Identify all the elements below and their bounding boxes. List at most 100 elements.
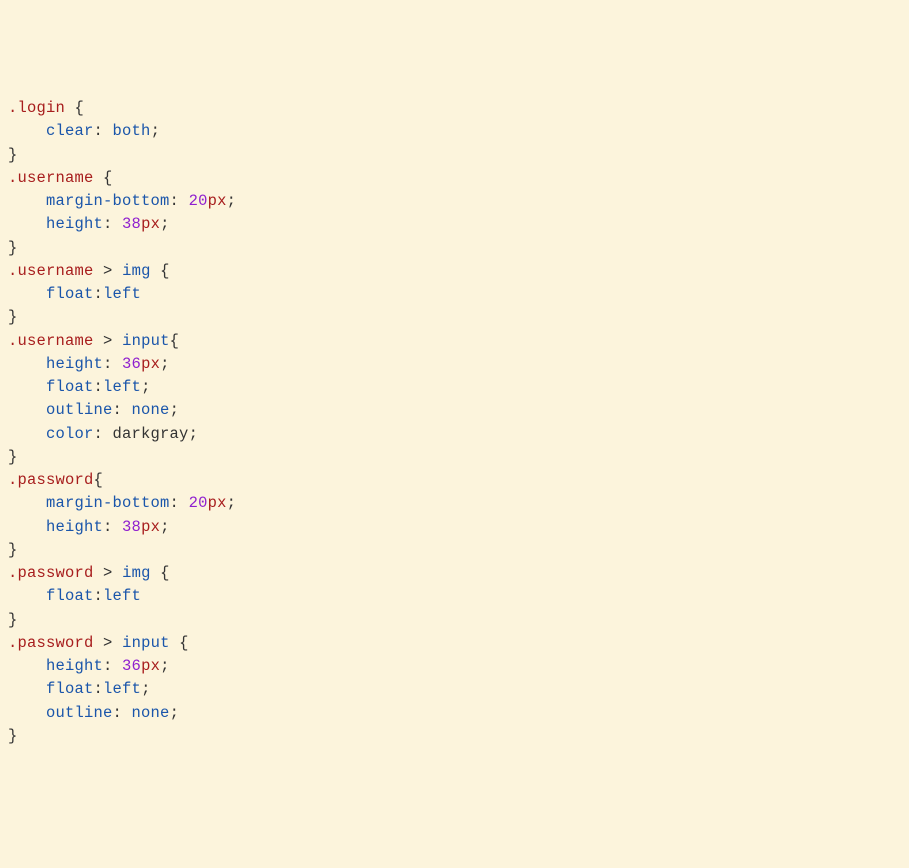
token-tag: img xyxy=(122,564,151,582)
token-sel: .password xyxy=(8,564,94,582)
token-sel: .username xyxy=(8,262,94,280)
token-brace: { xyxy=(160,262,170,280)
code-line: } xyxy=(8,237,901,260)
token-sel: .username xyxy=(8,169,94,187)
token-plain: : xyxy=(94,285,104,303)
token-brace: } xyxy=(8,308,18,326)
token-unit: px xyxy=(141,215,160,233)
code-line: float:left; xyxy=(8,376,901,399)
code-line: margin-bottom: 20px; xyxy=(8,190,901,213)
token-plain: : xyxy=(113,401,132,419)
token-unit: px xyxy=(208,192,227,210)
code-line: } xyxy=(8,446,901,469)
token-tag: input xyxy=(122,634,170,652)
token-plain xyxy=(8,215,46,233)
token-unit: px xyxy=(141,518,160,536)
code-line: } xyxy=(8,539,901,562)
token-plain xyxy=(8,587,46,605)
token-plain: ; xyxy=(160,518,170,536)
token-plain xyxy=(94,564,104,582)
token-sel: .username xyxy=(8,332,94,350)
token-kw: both xyxy=(113,122,151,140)
token-gt: > xyxy=(103,634,113,652)
token-plain: ; xyxy=(160,215,170,233)
token-kw: left xyxy=(103,680,141,698)
code-block: .login { clear: both;} .username { margin… xyxy=(8,97,901,748)
code-line: clear: both; xyxy=(8,120,901,143)
token-unit: px xyxy=(141,657,160,675)
token-tag: height xyxy=(46,355,103,373)
code-line: .password{ xyxy=(8,469,901,492)
token-plain: ; xyxy=(189,425,199,443)
token-plain xyxy=(8,494,46,512)
token-brace: } xyxy=(8,541,18,559)
token-plain: ; xyxy=(170,704,180,722)
token-plain: : xyxy=(94,122,113,140)
code-line: .login { xyxy=(8,97,901,120)
token-kw: left xyxy=(103,285,141,303)
token-tag: margin-bottom xyxy=(46,494,170,512)
code-line: outline: none; xyxy=(8,399,901,422)
code-line: } xyxy=(8,725,901,748)
token-tag: float xyxy=(46,285,94,303)
token-sel: .password xyxy=(8,634,94,652)
token-tag: outline xyxy=(46,704,113,722)
code-line: height: 38px; xyxy=(8,516,901,539)
token-brace: { xyxy=(103,169,113,187)
token-plain xyxy=(8,355,46,373)
token-plain: : xyxy=(113,704,132,722)
token-kw: left xyxy=(103,587,141,605)
code-line: .password > input { xyxy=(8,632,901,655)
token-brace: { xyxy=(160,564,170,582)
token-plain: : xyxy=(94,378,104,396)
token-brace: } xyxy=(8,146,18,164)
token-plain: : xyxy=(94,425,113,443)
token-brace: } xyxy=(8,448,18,466)
token-plain xyxy=(8,285,46,303)
token-brace: { xyxy=(94,471,104,489)
token-brace: { xyxy=(75,99,85,117)
token-plain xyxy=(65,99,75,117)
token-plain xyxy=(94,169,104,187)
token-plain: : xyxy=(94,680,104,698)
token-plain xyxy=(8,657,46,675)
token-num: 36 xyxy=(122,355,141,373)
token-tag: height xyxy=(46,215,103,233)
code-line: } xyxy=(8,306,901,329)
token-tag: color xyxy=(46,425,94,443)
token-plain: ; xyxy=(227,192,237,210)
token-brace: } xyxy=(8,727,18,745)
token-plain: ; xyxy=(160,657,170,675)
code-line: .username > input{ xyxy=(8,330,901,353)
token-gt: > xyxy=(103,262,113,280)
token-tag: height xyxy=(46,657,103,675)
code-line: float:left; xyxy=(8,678,901,701)
token-plain xyxy=(151,262,161,280)
token-num: 20 xyxy=(189,494,208,512)
token-plain: : xyxy=(103,657,122,675)
token-gt: > xyxy=(103,332,113,350)
token-plain xyxy=(94,634,104,652)
token-plain: : xyxy=(103,518,122,536)
code-line: height: 38px; xyxy=(8,213,901,236)
token-plain xyxy=(151,564,161,582)
code-line: } xyxy=(8,144,901,167)
token-plain xyxy=(113,634,123,652)
token-brace: { xyxy=(179,634,189,652)
token-brace: } xyxy=(8,611,18,629)
token-num: 20 xyxy=(189,192,208,210)
token-num: 38 xyxy=(122,215,141,233)
token-plain: ; xyxy=(141,378,151,396)
token-unit: px xyxy=(141,355,160,373)
token-plain: ; xyxy=(160,355,170,373)
token-tag: clear xyxy=(46,122,94,140)
token-tag: input xyxy=(122,332,170,350)
token-kw: none xyxy=(132,704,170,722)
token-tag: float xyxy=(46,587,94,605)
token-plain: : xyxy=(170,192,189,210)
token-num: 38 xyxy=(122,518,141,536)
token-tag: float xyxy=(46,680,94,698)
token-plain xyxy=(8,425,46,443)
token-plain: : xyxy=(103,355,122,373)
token-plain: ; xyxy=(151,122,161,140)
